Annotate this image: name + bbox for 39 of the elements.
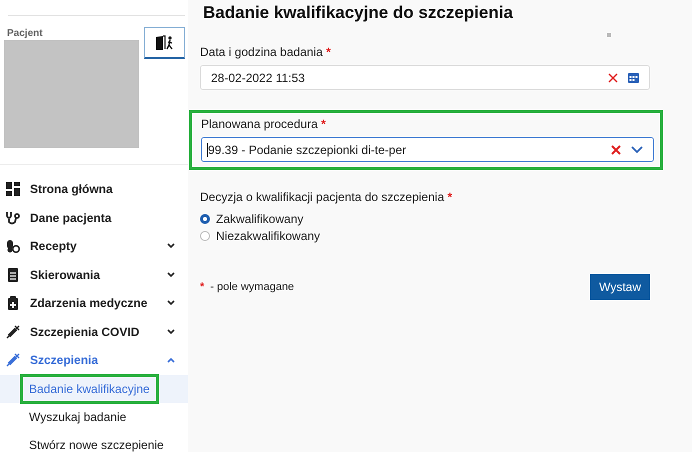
patient-label: Pacjent bbox=[7, 28, 44, 39]
syringe-icon bbox=[6, 353, 20, 368]
chevron-down-icon[interactable] bbox=[631, 146, 643, 154]
submenu-item[interactable]: Stwórz nowe szczepienie bbox=[20, 430, 173, 452]
exit-button[interactable] bbox=[144, 27, 185, 59]
field-label: Planowana procedura bbox=[201, 117, 318, 131]
clear-icon[interactable] bbox=[608, 72, 618, 82]
menu-item[interactable]: Szczepienia bbox=[4, 346, 185, 374]
submenu-item[interactable]: Badanie kwalifikacyjne bbox=[20, 374, 159, 404]
menu-item[interactable]: Strona główna bbox=[4, 175, 185, 204]
grid-icon bbox=[6, 182, 20, 196]
document-icon bbox=[6, 268, 20, 282]
menu-item[interactable]: Skierowania bbox=[4, 260, 185, 289]
stethoscope-icon bbox=[6, 210, 20, 225]
menu-item[interactable]: Recepty bbox=[4, 232, 185, 260]
procedure-select[interactable]: 99.39 - Podanie szczepionki di-te-per bbox=[201, 137, 654, 162]
menu-item[interactable]: Szczepienia COVID bbox=[4, 318, 185, 346]
clear-icon[interactable] bbox=[611, 144, 621, 154]
square-mark bbox=[606, 33, 611, 37]
legend-text: - pole wymagane bbox=[210, 281, 294, 293]
menu-item[interactable]: Zdarzenia medyczne bbox=[4, 289, 185, 318]
page-title: Badanie kwalifikacyjne do szczepienia bbox=[203, 3, 513, 23]
required-mark: * bbox=[447, 190, 452, 204]
radio-option[interactable]: Niezakwalifikowany bbox=[200, 227, 320, 244]
submenu-item[interactable]: Wyszukaj badanie bbox=[20, 402, 136, 432]
door-person-icon bbox=[154, 34, 176, 50]
required-mark: * bbox=[326, 45, 331, 59]
pills-icon bbox=[6, 239, 20, 254]
menu-item[interactable]: Dane pacjenta bbox=[4, 204, 185, 232]
radio-option[interactable]: Zakwalifikowany bbox=[200, 210, 304, 227]
submit-button[interactable]: Wystaw bbox=[590, 274, 650, 300]
required-mark: * bbox=[200, 281, 204, 293]
date-field[interactable]: 28-02-2022 11:53 bbox=[200, 65, 650, 90]
clipboard-icon bbox=[6, 296, 20, 310]
field-label: Decyzja o kwalifikacji pacjenta do szczepienia bbox=[200, 190, 444, 204]
required-mark: * bbox=[321, 117, 326, 131]
syringe-icon bbox=[6, 324, 20, 339]
calendar-icon[interactable] bbox=[628, 72, 639, 83]
field-label: Data i godzina badania bbox=[200, 45, 323, 59]
